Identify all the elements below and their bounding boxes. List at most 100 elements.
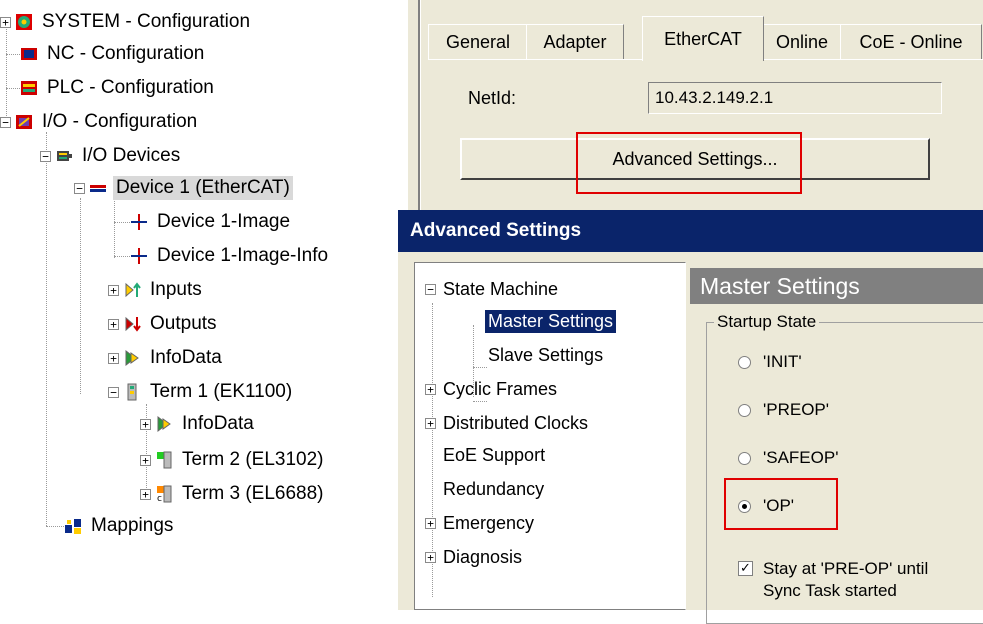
- tree-item-slave-settings[interactable]: Slave Settings: [485, 341, 606, 369]
- tree-item-device1-image[interactable]: Device 1-Image: [130, 208, 293, 236]
- terminal-communication-icon: c: [155, 485, 173, 504]
- tree-item-outputs[interactable]: + Outputs: [108, 310, 220, 338]
- tab-online[interactable]: Online: [762, 24, 842, 60]
- tab-ethercat[interactable]: EtherCAT: [642, 16, 764, 61]
- tree-item-system[interactable]: + SYSTEM - Configuration: [0, 8, 253, 36]
- system-config-icon: [15, 13, 33, 31]
- dialog-title-bar[interactable]: Advanced Settings: [398, 210, 983, 252]
- expand-icon[interactable]: +: [108, 352, 119, 364]
- tree-item-label: Emergency: [443, 512, 535, 533]
- expand-icon[interactable]: +: [0, 16, 11, 28]
- tree-item-master-settings[interactable]: Master Settings: [485, 307, 617, 335]
- radio-init[interactable]: 'INIT': [738, 352, 802, 372]
- infodata-icon: [123, 349, 141, 367]
- svg-text:c: c: [157, 494, 162, 503]
- outputs-icon: [123, 315, 141, 333]
- tree-item-label: Master Settings: [485, 309, 617, 333]
- panel-splitter[interactable]: [418, 0, 421, 210]
- tree-item-label: Inputs: [150, 279, 202, 300]
- tree-item-label: I/O Devices: [82, 145, 181, 166]
- checkbox-label-line1: Stay at 'PRE-OP' until: [763, 559, 929, 578]
- tree-item-nc[interactable]: NC - Configuration: [20, 40, 207, 68]
- expand-icon[interactable]: +: [425, 417, 436, 429]
- tree-item-term2[interactable]: + Term 2 (EL3102): [140, 446, 327, 474]
- tree-item-mappings[interactable]: Mappings: [64, 512, 176, 540]
- settings-tree[interactable]: − State Machine Master Settings Slave Se…: [414, 262, 686, 610]
- expand-icon[interactable]: +: [425, 517, 436, 529]
- collapse-icon[interactable]: −: [0, 116, 11, 128]
- nc-config-icon: [20, 45, 38, 63]
- section-title: Master Settings: [690, 268, 983, 304]
- tree-item-inputs[interactable]: + Inputs: [108, 276, 205, 304]
- tree-item-label: InfoData: [182, 413, 254, 434]
- tab-adapter[interactable]: Adapter: [526, 24, 624, 60]
- tree-item-label: State Machine: [443, 278, 559, 299]
- expand-icon[interactable]: +: [140, 454, 151, 466]
- collapse-icon[interactable]: −: [108, 386, 119, 398]
- tree-item-label: Term 3 (EL6688): [182, 483, 324, 504]
- stay-preop-checkbox[interactable]: ✓ Stay at 'PRE-OP' until Sync Task start…: [738, 558, 928, 602]
- io-tree-view[interactable]: + SYSTEM - Configuration NC - Configurat…: [0, 0, 400, 610]
- tab-general[interactable]: General: [428, 24, 528, 60]
- highlight-box: [576, 132, 802, 194]
- tree-item-plc[interactable]: PLC - Configuration: [20, 74, 217, 102]
- tree-item-label: Cyclic Frames: [443, 378, 558, 399]
- tree-item-io-devices[interactable]: − I/O Devices: [40, 142, 183, 170]
- terminal-coupler-icon: [123, 383, 141, 401]
- tree-item-label: Distributed Clocks: [443, 412, 589, 433]
- tree-item-term3[interactable]: + c Term 3 (EL6688): [140, 480, 327, 508]
- tree-item-label: EoE Support: [443, 444, 546, 465]
- expand-icon[interactable]: +: [140, 488, 151, 500]
- expand-icon[interactable]: +: [425, 383, 436, 395]
- tree-item-cyclic-frames[interactable]: + Cyclic Frames: [425, 375, 560, 403]
- radio-label: 'PREOP': [763, 400, 830, 419]
- tree-item-term1-infodata[interactable]: + InfoData: [140, 410, 257, 438]
- tree-item-label: Term 2 (EL3102): [182, 449, 324, 470]
- collapse-icon[interactable]: −: [40, 150, 51, 162]
- tree-item-eoe-support[interactable]: EoE Support: [440, 441, 548, 469]
- radio-circle: [738, 451, 751, 465]
- infodata-icon: [155, 415, 173, 433]
- tree-item-redundancy[interactable]: Redundancy: [440, 475, 547, 503]
- tree-item-label: InfoData: [150, 347, 222, 368]
- netid-field[interactable]: 10.43.2.149.2.1: [648, 82, 942, 114]
- radio-preop[interactable]: 'PREOP': [738, 400, 829, 420]
- radio-circle: [738, 355, 751, 369]
- tree-item-label: Device 1 (EtherCAT): [113, 176, 293, 200]
- tree-item-term1[interactable]: − Term 1 (EK1100): [108, 378, 295, 406]
- terminal-analog-icon: [155, 451, 173, 469]
- expand-icon[interactable]: +: [108, 284, 119, 296]
- tree-item-device1[interactable]: − Device 1 (EtherCAT): [74, 174, 293, 202]
- startup-state-label: Startup State: [714, 312, 820, 332]
- radio-safeop[interactable]: 'SAFEOP': [738, 448, 838, 468]
- plc-config-icon: [20, 79, 38, 97]
- inputs-icon: [123, 281, 141, 299]
- tree-item-io-configuration[interactable]: − I/O - Configuration: [0, 108, 200, 136]
- mappings-icon: [64, 517, 82, 535]
- tree-item-distributed-clocks[interactable]: + Distributed Clocks: [425, 409, 591, 437]
- tree-item-label: Diagnosis: [443, 546, 523, 567]
- highlight-box: [724, 478, 838, 530]
- tree-item-infodata[interactable]: + InfoData: [108, 344, 225, 372]
- tree-item-label: Term 1 (EK1100): [150, 381, 293, 402]
- io-config-icon: [15, 113, 33, 131]
- advanced-settings-dialog: Advanced Settings − State Machine Master…: [398, 210, 983, 624]
- tab-coe-online[interactable]: CoE - Online: [840, 24, 982, 60]
- expand-icon[interactable]: +: [425, 551, 436, 563]
- tree-item-label: NC - Configuration: [47, 43, 205, 64]
- tree-item-emergency[interactable]: + Emergency: [425, 509, 537, 537]
- tree-item-device1-image-info[interactable]: Device 1-Image-Info: [130, 242, 331, 270]
- radio-label: 'SAFEOP': [763, 448, 839, 467]
- collapse-icon[interactable]: −: [74, 182, 85, 194]
- tree-item-state-machine[interactable]: − State Machine: [425, 275, 561, 303]
- tree-item-label: Slave Settings: [488, 344, 604, 365]
- tree-item-label: Device 1-Image-Info: [157, 245, 329, 266]
- tree-item-diagnosis[interactable]: + Diagnosis: [425, 543, 525, 571]
- collapse-icon[interactable]: −: [425, 283, 436, 295]
- expand-icon[interactable]: +: [108, 318, 119, 330]
- tree-item-label: SYSTEM - Configuration: [42, 11, 251, 32]
- checkbox-label: Stay at 'PRE-OP' until Sync Task started: [763, 558, 928, 602]
- netid-label: NetId:: [468, 88, 517, 108]
- tree-item-label: PLC - Configuration: [47, 77, 214, 98]
- expand-icon[interactable]: +: [140, 418, 151, 430]
